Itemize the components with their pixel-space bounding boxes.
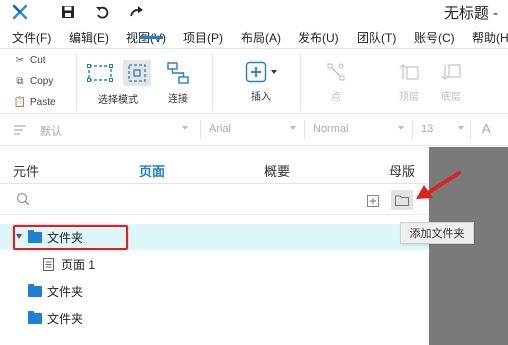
copy-button[interactable]: ⧉ Copy (0, 71, 76, 92)
ribbon-separator (76, 53, 77, 111)
cut-label: Cut (30, 55, 46, 66)
menu-help[interactable]: 帮助(H (472, 29, 508, 46)
tab-outline[interactable]: 概要 (264, 161, 290, 180)
font-family-select[interactable]: Arial (209, 123, 231, 135)
tree-folder-row[interactable]: 文件夹 (0, 305, 429, 331)
redo-icon[interactable] (127, 3, 147, 21)
font-weight-select[interactable]: Normal (313, 123, 348, 135)
add-folder-button[interactable] (391, 190, 413, 210)
select-contain-button[interactable] (122, 60, 151, 86)
chevron-down-icon (290, 126, 296, 130)
connector-icon (167, 62, 189, 84)
chevron-down-icon (182, 126, 188, 130)
send-to-back-icon (441, 64, 461, 80)
connect-label: 连接 (168, 94, 188, 105)
menu-project[interactable]: 项目(P) (183, 29, 223, 46)
point-icon (327, 63, 345, 81)
top-layer-label: 顶层 (399, 92, 419, 103)
paste-label: Paste (30, 97, 56, 108)
format-bar: 默认 Arial Normal 13 A (0, 114, 508, 146)
chevron-down-icon (458, 126, 464, 130)
tree-page-row[interactable]: 页面 1 (0, 251, 429, 277)
style-select[interactable]: 默认 (40, 123, 62, 139)
window-title: 无标题 - (443, 5, 498, 22)
ribbon-separator (212, 53, 213, 111)
insert-label: 插入 (251, 92, 271, 103)
copy-icon: ⧉ (16, 76, 24, 87)
title-bar: 无标题 - (0, 0, 508, 24)
chevron-down-icon (271, 70, 277, 74)
folder-outline-icon (395, 195, 409, 206)
bring-to-front-icon (399, 64, 419, 80)
ribbon-separator (300, 53, 301, 111)
font-size-select[interactable]: 13 (421, 123, 433, 135)
select-mode-label: 选择模式 (98, 95, 138, 106)
add-folder-tooltip: 添加文件夹 (400, 222, 474, 244)
format-separator (304, 120, 305, 140)
scissors-icon: ✂ (15, 55, 25, 66)
search-icon[interactable] (16, 192, 30, 211)
tabs-divider (0, 183, 429, 184)
paste-icon: 📋 (13, 97, 27, 108)
select-contain-icon (127, 64, 146, 82)
cut-button[interactable]: ✂ Cut (0, 50, 76, 71)
bottom-layer-label: 底层 (441, 92, 461, 103)
ribbon-toolbar: ✂ Cut ⧉ Copy 📋 Paste 选择模式 连接 插入 点 顶层 底层 (0, 48, 508, 114)
insert-tool[interactable]: 插入 (240, 61, 282, 103)
point-tool[interactable]: 点 (322, 61, 350, 103)
menu-edit[interactable]: 编辑(E) (69, 29, 109, 46)
plus-box-icon (245, 61, 267, 83)
format-separator (470, 120, 471, 140)
folder-icon (28, 284, 42, 297)
menu-layout[interactable]: 布局(A) (241, 29, 281, 46)
tree-folder-row[interactable]: 文件夹 (0, 278, 429, 304)
style-paint-icon (13, 123, 27, 141)
paste-button[interactable]: 📋 Paste (0, 92, 76, 113)
copy-label: Copy (30, 76, 54, 87)
folder-icon (28, 311, 42, 324)
search-divider (0, 214, 429, 215)
menu-publish[interactable]: 发布(U) (298, 29, 339, 46)
tab-pages[interactable]: 页面 (139, 161, 165, 180)
annotation-highlight-box (13, 225, 128, 250)
tree-page-label: 页面 1 (61, 258, 96, 272)
send-to-back-tool[interactable]: 底层 (436, 61, 466, 103)
annotation-arrow-icon (416, 171, 461, 199)
add-page-icon[interactable] (367, 194, 379, 212)
tree-folder-label: 文件夹 (47, 285, 84, 299)
menu-team[interactable]: 团队(T) (357, 29, 396, 46)
page-icon (43, 258, 54, 276)
save-icon[interactable] (58, 3, 78, 21)
undo-icon[interactable] (92, 3, 112, 21)
tab-widgets[interactable]: 元件 (13, 161, 39, 180)
tree-folder-label: 文件夹 (47, 312, 84, 326)
point-label: 点 (331, 92, 341, 103)
select-intersect-icon (86, 64, 113, 82)
format-separator (200, 120, 201, 140)
app-logo-icon (10, 3, 30, 21)
text-color-icon[interactable]: A (482, 121, 491, 136)
active-tab-indicator (139, 36, 163, 39)
menu-bar: 文件(F) 编辑(E) 视图(V) 项目(P) 布局(A) 发布(U) 团队(T… (0, 26, 508, 48)
format-separator (412, 120, 413, 140)
connect-tool[interactable]: 连接 (160, 61, 196, 105)
menu-account[interactable]: 账号(C) (414, 29, 455, 46)
menu-file[interactable]: 文件(F) (12, 29, 51, 46)
select-mode-tool[interactable]: 选择模式 (82, 60, 154, 106)
bring-to-front-tool[interactable]: 顶层 (394, 61, 424, 103)
chevron-down-icon (398, 126, 404, 130)
